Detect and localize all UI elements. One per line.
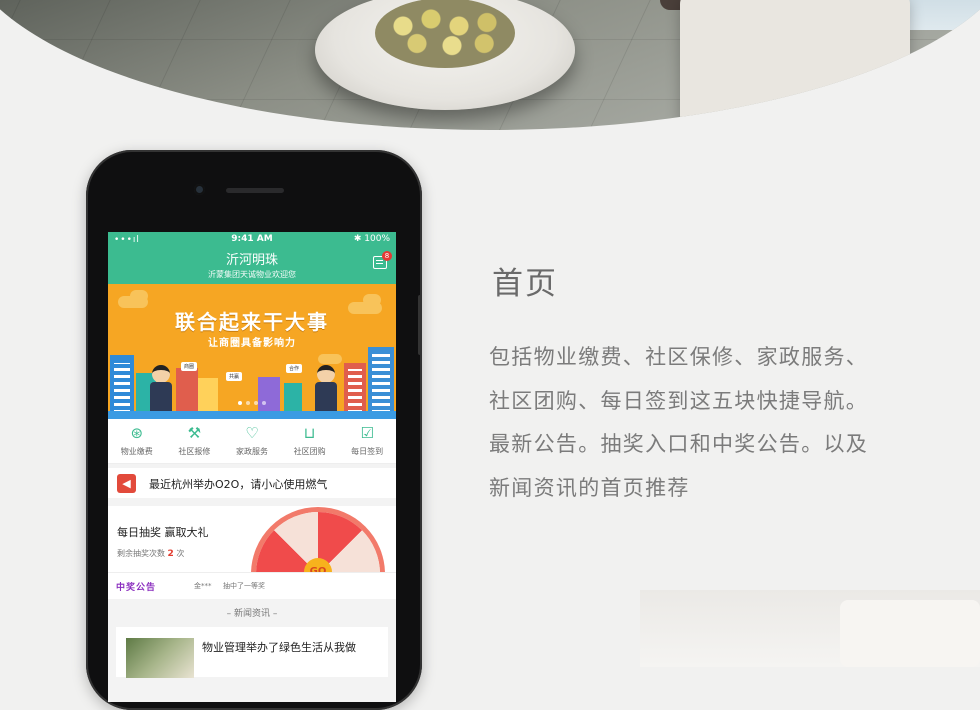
banner-subheadline: 让商圈具备影响力 [208, 338, 296, 349]
lottery-count: 2 [167, 549, 174, 559]
earpiece [226, 188, 284, 193]
carousel-dots[interactable] [108, 390, 396, 409]
nav-label: 社区团购 [293, 447, 326, 456]
message-icon[interactable]: 8 [373, 251, 392, 269]
spin-button[interactable]: GO [304, 558, 332, 572]
front-camera [194, 184, 205, 195]
lottery-title: 每日抽奖 赢取大礼 [117, 526, 209, 539]
nav-label: 每日签到 [351, 447, 384, 456]
app-subtitle: 沂蒙集团天诚物业欢迎您 [208, 270, 296, 279]
phone-mockup: •••ıl 9:41 AM ✱ 100% 沂河明珠 沂蒙集团天诚物业欢迎您 8 … [86, 150, 422, 710]
promo-banner[interactable]: 联合起来干大事 让商圈具备影响力 商圈 共赢 合作 [108, 284, 396, 419]
message-badge: 8 [382, 251, 392, 261]
money-bag-icon: ⊛ [130, 424, 144, 442]
nav-label: 物业缴费 [120, 447, 153, 456]
battery-indicator: ✱ 100% [353, 234, 390, 244]
banner-headline: 联合起来干大事 [175, 310, 329, 334]
banner-ground [108, 411, 396, 419]
nav-item-checkin[interactable]: ☑ 每日签到 [338, 419, 396, 463]
news-heading: – 新闻资讯 – [226, 609, 278, 619]
side-button [418, 295, 422, 355]
nav-item-repair[interactable]: ⚒ 社区报修 [166, 419, 224, 463]
lottery-card[interactable]: 每日抽奖 赢取大礼 剩余抽奖次数 2 次 GO [108, 506, 396, 572]
winner-message: 抽中了一等奖 [223, 582, 265, 590]
nav-item-property-fee[interactable]: ⊛ 物业缴费 [108, 419, 166, 463]
nav-item-housekeeping[interactable]: ♡ 家政服务 [223, 419, 281, 463]
quick-nav: ⊛ 物业缴费 ⚒ 社区报修 ♡ 家政服务 ⊔ 社区团购 ☑ 每日签到 [108, 419, 396, 464]
winner-announcement: 中奖公告 金*** 抽中了一等奖 [108, 572, 396, 599]
news-item[interactable]: 物业管理举办了绿色生活从我做 [116, 627, 388, 678]
app-screen: •••ıl 9:41 AM ✱ 100% 沂河明珠 沂蒙集团天诚物业欢迎您 8 … [108, 232, 396, 702]
hero-photo [0, 0, 980, 130]
notice-text: 最近杭州举办O2O，请小心使用燃气 [149, 478, 328, 491]
speaker-icon: ◀ [117, 474, 136, 493]
nav-label: 家政服务 [235, 447, 268, 456]
status-bar: •••ıl 9:41 AM ✱ 100% [108, 232, 396, 248]
checkbox-icon: ☑ [360, 424, 374, 442]
heart-icon: ♡ [245, 424, 259, 442]
battery-percent: 100% [364, 234, 390, 244]
prize-wheel[interactable]: GO [256, 512, 380, 572]
chair [680, 0, 910, 130]
nav-item-group-buy[interactable]: ⊔ 社区团购 [281, 419, 339, 463]
background-photo-faint [640, 590, 980, 667]
news-title: 物业管理举办了绿色生活从我做 [202, 641, 356, 654]
news-thumbnail [126, 638, 194, 678]
notice-bar[interactable]: ◀ 最近杭州举办O2O，请小心使用燃气 [108, 468, 396, 498]
lottery-remaining: 剩余抽奖次数 2 次 [117, 549, 185, 559]
shopping-bag-icon: ⊔ [303, 424, 316, 442]
app-header: 沂河明珠 沂蒙集团天诚物业欢迎您 8 [108, 248, 396, 284]
winner-name: 金*** [194, 582, 212, 590]
app-title: 沂河明珠 [225, 253, 278, 268]
winner-label: 中奖公告 [116, 583, 157, 593]
status-time: 9:41 AM [231, 234, 273, 244]
section-title: 首页 [492, 266, 558, 302]
lemons [375, 0, 515, 68]
wrench-icon: ⚒ [187, 424, 202, 442]
section-description: 包括物业缴费、社区保修、家政服务、社区团购、每日签到这五块快捷导航。最新公告。抽… [489, 345, 869, 500]
nav-label: 社区报修 [178, 447, 211, 456]
